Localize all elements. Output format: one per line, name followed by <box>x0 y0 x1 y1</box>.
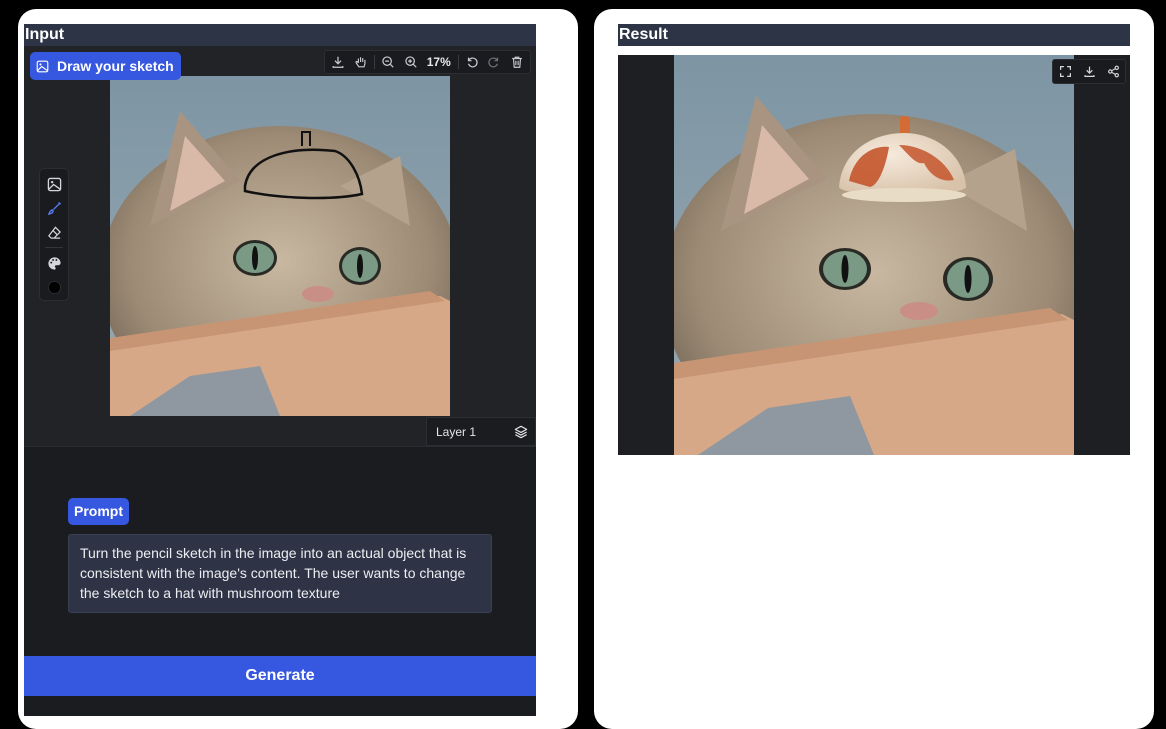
toolbar-divider <box>457 55 459 69</box>
canvas-divider <box>24 446 536 447</box>
result-panel-body <box>618 55 1130 455</box>
brush-icon[interactable] <box>42 196 66 220</box>
download-icon[interactable] <box>1083 65 1096 78</box>
fullscreen-icon[interactable] <box>1059 65 1072 78</box>
palette-icon[interactable] <box>42 251 66 275</box>
zoom-level: 17% <box>426 55 451 69</box>
share-icon[interactable] <box>1107 65 1120 78</box>
canvas-toolbar: 17% <box>324 50 531 74</box>
prompt-input[interactable]: Turn the pencil sketch in the image into… <box>68 534 492 613</box>
prompt-label: Prompt <box>68 498 129 525</box>
result-image <box>674 55 1074 455</box>
drawing-tools <box>39 168 69 301</box>
zoom-out-icon[interactable] <box>377 51 399 73</box>
draw-sketch-label: Draw your sketch <box>57 58 174 74</box>
undo-icon[interactable] <box>461 51 483 73</box>
layer-selector[interactable]: Layer 1 <box>426 417 536 446</box>
eraser-icon[interactable] <box>42 220 66 244</box>
download-icon[interactable] <box>327 51 349 73</box>
redo-icon[interactable] <box>483 51 505 73</box>
generate-button[interactable]: Generate <box>24 656 536 696</box>
result-panel-title: Result <box>618 24 1130 46</box>
sketch-canvas[interactable]: Draw your sketch 17% Layer 1 <box>24 46 536 446</box>
layer-label: Layer 1 <box>436 424 477 439</box>
image-icon <box>36 60 49 72</box>
hand-icon[interactable] <box>349 51 371 73</box>
zoom-in-icon[interactable] <box>399 51 421 73</box>
sketch-canvas-image[interactable] <box>110 76 450 416</box>
color-dot-icon[interactable] <box>42 275 66 299</box>
toolbar-divider <box>373 55 375 69</box>
tool-divider <box>45 247 63 248</box>
result-toolbar <box>1052 59 1126 84</box>
image-icon[interactable] <box>42 172 66 196</box>
draw-sketch-tag: Draw your sketch <box>30 52 181 80</box>
trash-icon[interactable] <box>506 51 528 73</box>
layers-icon <box>514 425 528 438</box>
input-panel-body: Draw your sketch 17% Layer 1 Prompt Turn… <box>24 46 536 716</box>
input-panel-title: Input <box>24 24 536 46</box>
